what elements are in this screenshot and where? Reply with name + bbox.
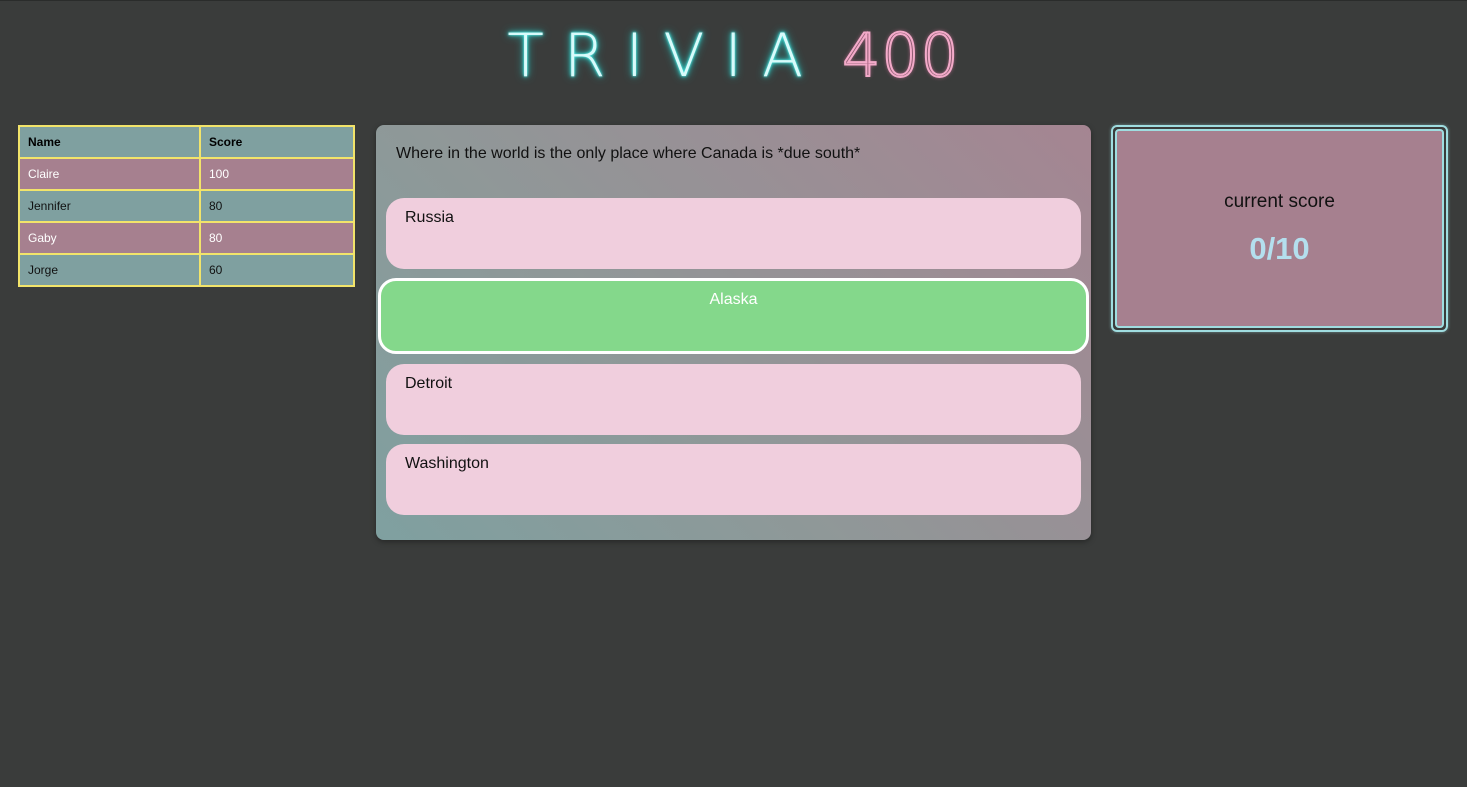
column-header-score: Score	[199, 125, 355, 159]
player-name: Claire	[18, 157, 201, 191]
leaderboard-table: Name Score Claire 100 Jennifer 80 Gaby 8…	[18, 125, 355, 287]
score-label: current score	[1224, 191, 1335, 212]
player-name: Jennifer	[18, 189, 201, 223]
title-word: TRIVIA	[507, 21, 824, 91]
table-row: Jorge 60	[18, 253, 355, 287]
column-header-name: Name	[18, 125, 201, 159]
table-row: Gaby 80	[18, 221, 355, 255]
app-title: TRIVIA 400	[0, 20, 1467, 92]
player-name: Gaby	[18, 221, 201, 255]
table-row: Jennifer 80	[18, 189, 355, 223]
player-score: 100	[199, 157, 355, 191]
leaderboard-header-row: Name Score	[18, 125, 355, 159]
score-panel: current score 0/10	[1111, 125, 1448, 332]
answer-option-russia[interactable]: Russia	[386, 198, 1081, 269]
table-row: Claire 100	[18, 157, 355, 191]
question-card: Where in the world is the only place whe…	[376, 125, 1091, 540]
question-text: Where in the world is the only place whe…	[396, 145, 861, 162]
answer-option-alaska[interactable]: Alaska	[378, 278, 1089, 354]
player-score: 80	[199, 189, 355, 223]
player-score: 80	[199, 221, 355, 255]
title-number: 400	[841, 20, 960, 92]
player-score: 60	[199, 253, 355, 287]
score-value: 0/10	[1249, 231, 1310, 266]
score-panel-inner: current score 0/10	[1115, 129, 1444, 328]
answer-option-detroit[interactable]: Detroit	[386, 364, 1081, 435]
player-name: Jorge	[18, 253, 201, 287]
answer-option-washington[interactable]: Washington	[386, 444, 1081, 515]
